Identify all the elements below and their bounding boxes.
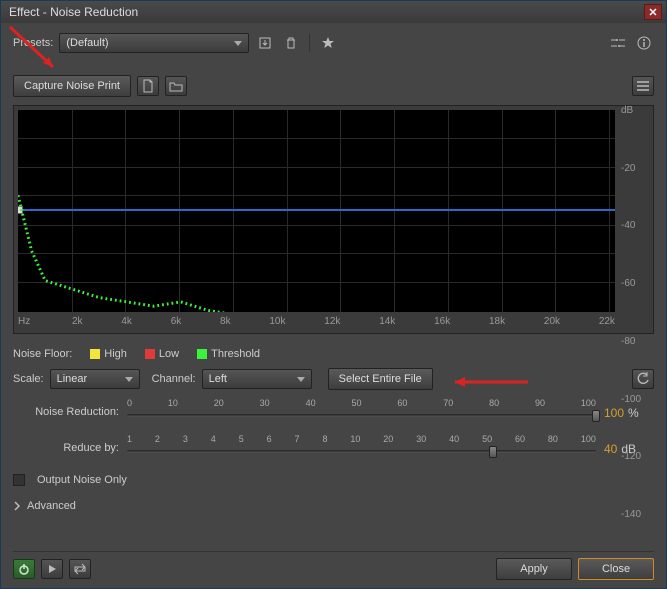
delete-preset-button[interactable]	[281, 33, 301, 53]
info-icon	[637, 36, 651, 50]
routing-button[interactable]	[608, 33, 628, 53]
noise-reduction-thumb[interactable]	[592, 410, 600, 422]
channel-dropdown[interactable]: Left	[202, 369, 312, 389]
titlebar: Effect - Noise Reduction	[1, 1, 666, 23]
scale-label: Scale:	[13, 373, 44, 385]
select-entire-file-button[interactable]: Select Entire File	[328, 368, 433, 390]
presets-value: (Default)	[66, 37, 108, 49]
reduce-by-track[interactable]: 1234567810203040506080100	[127, 434, 596, 462]
y-axis: dB-20-40-60-80-100-120-140	[615, 110, 649, 312]
advanced-toggle[interactable]: Advanced	[13, 500, 654, 512]
close-button[interactable]: Close	[578, 558, 654, 580]
trash-icon	[285, 36, 297, 50]
channel-value: Left	[209, 373, 227, 385]
capture-row: Capture Noise Print	[13, 75, 654, 97]
output-noise-only-checkbox[interactable]	[13, 474, 25, 486]
reduce-by-slider: Reduce by: 1234567810203040506080100 40d…	[13, 434, 654, 462]
spectrum-plot: dB-20-40-60-80-100-120-140 Hz 2k4k6k8k10…	[13, 105, 654, 334]
noise-print-file-button[interactable]	[137, 76, 159, 96]
power-toggle[interactable]	[13, 559, 35, 579]
output-noise-only-row[interactable]: Output Noise Only	[13, 474, 654, 486]
noise-print-folder-button[interactable]	[165, 76, 187, 96]
advanced-label: Advanced	[27, 500, 76, 512]
x-axis: Hz 2k4k6k8k10k12k14k16k18k20k22k	[18, 316, 649, 327]
x-axis-label: Hz	[18, 316, 42, 327]
high-swatch	[90, 349, 100, 359]
footer: Apply Close	[13, 551, 654, 580]
legend-title: Noise Floor:	[13, 348, 72, 360]
annotation-arrow	[443, 372, 533, 392]
loop-icon	[73, 563, 87, 575]
legend-low: Low	[159, 348, 179, 360]
low-swatch	[145, 349, 155, 359]
scale-value: Linear	[57, 373, 88, 385]
noise-reduction-value: 100	[604, 406, 624, 420]
scale-dropdown[interactable]: Linear	[50, 369, 140, 389]
reset-icon	[636, 372, 650, 386]
apply-button[interactable]: Apply	[496, 558, 572, 580]
folder-icon	[169, 80, 183, 92]
chevron-down-icon	[234, 41, 242, 46]
info-button[interactable]	[634, 33, 654, 53]
reduce-by-thumb[interactable]	[489, 446, 497, 458]
play-icon	[47, 564, 57, 574]
preview-play-button[interactable]	[41, 559, 63, 579]
chevron-right-icon	[13, 501, 21, 511]
presets-label: Presets:	[13, 37, 53, 49]
noise-reduction-track[interactable]: 0102030405060708090100	[127, 398, 596, 426]
capture-noise-print-button[interactable]: Capture Noise Print	[13, 75, 131, 97]
noise-reduction-label: Noise Reduction:	[13, 398, 119, 418]
star-icon	[321, 36, 335, 50]
noise-curve	[18, 110, 615, 312]
threshold-swatch	[197, 349, 207, 359]
output-noise-only-label: Output Noise Only	[37, 474, 127, 486]
plot-options-button[interactable]	[632, 76, 654, 96]
disk-down-icon	[258, 36, 272, 50]
reset-button[interactable]	[632, 369, 654, 389]
favorite-button[interactable]	[318, 33, 338, 53]
save-preset-button[interactable]	[255, 33, 275, 53]
loop-button[interactable]	[69, 559, 91, 579]
noise-reduction-slider: Noise Reduction: 0102030405060708090100 …	[13, 398, 654, 426]
legend: Noise Floor: High Low Threshold	[13, 348, 654, 360]
route-icon	[610, 37, 626, 49]
dialog-window: Effect - Noise Reduction Presets: (Defau…	[0, 0, 667, 589]
chevron-down-icon	[125, 377, 133, 382]
legend-high: High	[104, 348, 127, 360]
scale-row: Scale: Linear Channel: Left Select Entir…	[13, 368, 654, 390]
noise-reduction-unit: %	[628, 406, 639, 420]
presets-dropdown[interactable]: (Default)	[59, 33, 249, 53]
plot-canvas[interactable]	[18, 110, 615, 312]
reduce-by-value: 40	[604, 442, 617, 456]
presets-row: Presets: (Default)	[13, 33, 654, 53]
file-icon	[142, 79, 154, 93]
close-icon	[649, 8, 657, 16]
channel-label: Channel:	[152, 373, 196, 385]
power-icon	[18, 563, 30, 575]
menu-icon	[636, 81, 650, 91]
window-close-button[interactable]	[644, 4, 662, 20]
chevron-down-icon	[297, 377, 305, 382]
legend-threshold: Threshold	[211, 348, 260, 360]
reduce-by-label: Reduce by:	[13, 434, 119, 454]
window-title: Effect - Noise Reduction	[9, 5, 138, 19]
